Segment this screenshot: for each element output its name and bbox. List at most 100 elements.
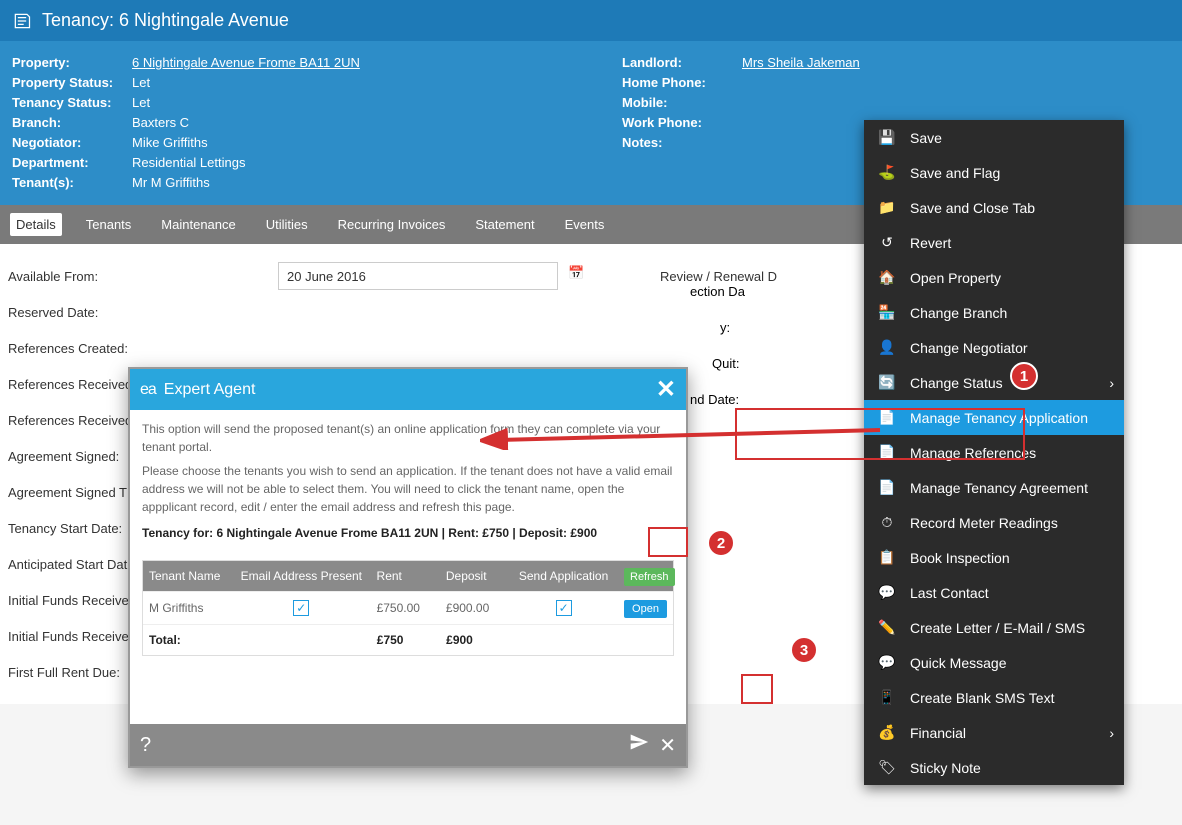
modal-header: ea Expert Agent ✕ [130,369,686,410]
menu-icon: 📋 [878,549,896,566]
page-title: Tenancy: 6 Nightingale Avenue [42,10,289,31]
context-menu: 💾Save ⛳ Save and Flag 📁 Save and Close Tab ↺R… [864,120,1124,785]
input-available-from[interactable] [278,262,558,290]
tab-recurring-invoices[interactable]: Recurring Invoices [332,213,452,236]
annotation-badge-1: 1 [1010,362,1038,390]
menu-item-change-branch[interactable]: 🏪 Change Branch [864,295,1124,330]
lbl-references-created: References Created: [8,341,278,356]
menu-icon: ✏️ [878,619,896,636]
lbl-reserved-date: Reserved Date: [8,305,278,320]
menu-item-financial[interactable]: 💰Financial› [864,715,1124,750]
help-icon[interactable]: ? [140,734,151,757]
menu-icon: 🏠 [878,269,896,286]
close-footer-icon[interactable]: ✕ [659,733,676,758]
modal-summary: Tenancy for: 6 Nightingale Avenue Frome … [142,524,674,542]
send-icon[interactable] [629,732,649,758]
col-deposit: Deposit [440,561,509,591]
value-property-status: Let [132,73,622,93]
menu-icon: ⛳ [878,164,896,181]
tab-details[interactable]: Details [10,213,62,236]
tab-utilities[interactable]: Utilities [260,213,314,236]
menu-label: Revert [910,235,951,251]
tab-events[interactable]: Events [559,213,611,236]
menu-icon: 💬 [878,584,896,601]
menu-item-sticky-note[interactable]: 🏷 Sticky Note [864,750,1124,785]
label-negotiator: Negotiator: [12,133,132,153]
expert-agent-modal: ea Expert Agent ✕ This option will send … [128,367,688,768]
email-present-check: ✓ [293,600,309,616]
menu-item-manage-tenancy-agreement[interactable]: 📄Manage Tenancy Agreement [864,470,1124,505]
menu-item-record-meter-readings[interactable]: ⏱Record Meter Readings [864,505,1124,540]
chevron-right-icon: › [1109,375,1114,391]
tab-tenants[interactable]: Tenants [80,213,138,236]
value-department: Residential Lettings [132,153,622,173]
label-property-status: Property Status: [12,73,132,93]
menu-label: Change Branch [910,305,1007,321]
menu-item-last-contact[interactable]: 💬 Last Contact [864,575,1124,610]
landlord-link[interactable]: Mrs Sheila Jakeman [742,53,1170,73]
tab-maintenance[interactable]: Maintenance [155,213,241,236]
frag-y: y: [720,320,730,335]
cell-rent: £750.00 [371,593,440,623]
menu-icon: 💾 [878,129,896,146]
menu-icon: 🔄 [878,374,896,391]
menu-item-save[interactable]: 💾Save [864,120,1124,155]
cell-tenant-name[interactable]: M Griffiths [143,593,232,623]
menu-icon: 🏪 [878,304,896,321]
tenancy-icon [12,11,32,31]
label-tenants: Tenant(s): [12,173,132,193]
page-header: Tenancy: 6 Nightingale Avenue [0,0,1182,41]
menu-item-quick-message[interactable]: 💬Quick Message [864,645,1124,680]
menu-icon: 📄 [878,479,896,496]
menu-label: Manage Tenancy Application [910,410,1088,426]
menu-label: Sticky Note [910,760,981,776]
send-application-check[interactable]: ✓ [556,600,572,616]
table-row-total: Total: £750 £900 [143,624,673,655]
lbl-available-from: Available From: [8,269,278,284]
lbl-review-renewal: Review / Renewal D [660,269,777,284]
value-negotiator: Mike Griffiths [132,133,622,153]
modal-paragraph: Please choose the tenants you wish to se… [142,462,674,516]
menu-label: Last Contact [910,585,989,601]
menu-item-save-and-flag[interactable]: ⛳ Save and Flag [864,155,1124,190]
menu-icon: 📁 [878,199,896,216]
modal-footer: ? ✕ [130,724,686,766]
tab-statement[interactable]: Statement [469,213,540,236]
menu-icon: 🏷 [878,759,896,776]
calendar-icon[interactable]: 📅 [568,265,590,287]
menu-label: Save and Close Tab [910,200,1035,216]
chevron-right-icon: › [1109,725,1114,741]
total-rent: £750 [371,625,440,655]
menu-item-create-letter-e-mail-sms[interactable]: ✏️ Create Letter / E-Mail / SMS [864,610,1124,645]
label-department: Department: [12,153,132,173]
menu-item-manage-tenancy-application[interactable]: 📄 Manage Tenancy Application [864,400,1124,435]
menu-icon: 💬 [878,654,896,671]
menu-icon: 💰 [878,724,896,741]
menu-label: Save and Flag [910,165,1000,181]
menu-icon: 📄 [878,409,896,426]
frag-ection-date: ection Da [690,284,745,299]
frag-quit: Quit: [712,356,739,371]
menu-item-book-inspection[interactable]: 📋Book Inspection [864,540,1124,575]
menu-item-change-negotiator[interactable]: 👤 Change Negotiator [864,330,1124,365]
menu-item-manage-references[interactable]: 📄Manage References [864,435,1124,470]
col-rent: Rent [371,561,440,591]
menu-item-create-blank-sms-text[interactable]: 📱Create Blank SMS Text [864,680,1124,715]
menu-label: Create Letter / E-Mail / SMS [910,620,1085,636]
col-tenant-name: Tenant Name [143,561,232,591]
menu-icon: 👤 [878,339,896,356]
col-email-present: Email Address Present [232,561,370,591]
menu-item-change-status[interactable]: 🔄Change Status› [864,365,1124,400]
menu-item-revert[interactable]: ↺Revert [864,225,1124,260]
modal-title: Expert Agent [164,381,256,399]
refresh-button[interactable]: Refresh [624,568,675,586]
menu-label: Create Blank SMS Text [910,690,1054,706]
open-button[interactable]: Open [624,600,667,618]
property-link[interactable]: 6 Nightingale Avenue Frome BA11 2UN [132,53,622,73]
close-icon[interactable]: ✕ [656,375,676,404]
menu-label: Change Negotiator [910,340,1028,356]
cell-deposit: £900.00 [440,593,509,623]
menu-item-open-property[interactable]: 🏠Open Property [864,260,1124,295]
menu-item-save-and-close-tab[interactable]: 📁 Save and Close Tab [864,190,1124,225]
annotation-badge-3: 3 [790,636,818,664]
